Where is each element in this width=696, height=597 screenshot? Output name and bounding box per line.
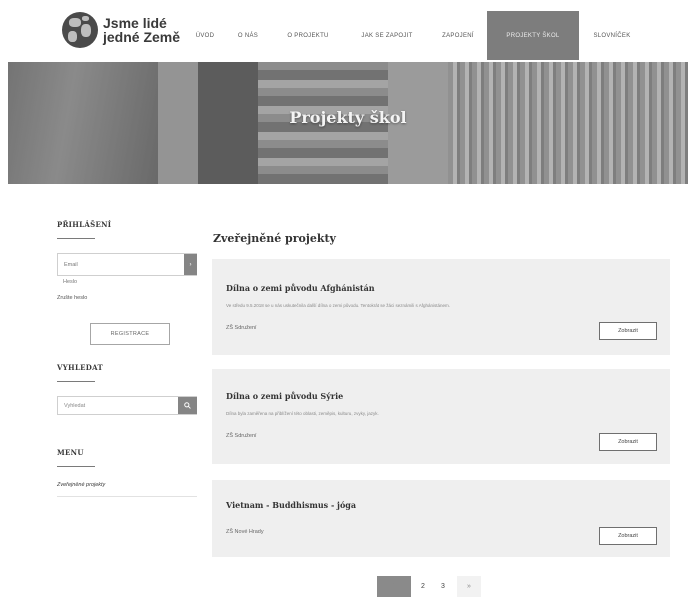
project-school: ZŠ Nové Hrady <box>226 529 264 535</box>
heading-divider <box>57 381 95 382</box>
page-3[interactable]: 3 <box>435 576 451 597</box>
register-button[interactable]: REGISTRACE <box>90 323 170 345</box>
project-school: ZŠ Sdružení <box>226 325 257 331</box>
project-title[interactable]: Dílna o zemi původu Sýrie <box>226 391 343 401</box>
email-field[interactable]: Email <box>57 253 197 276</box>
search-placeholder: Vyhledat <box>64 403 86 409</box>
project-card: Dílna o zemi původu Sýrie Dílna byla zam… <box>212 369 670 464</box>
password-field[interactable]: Heslo <box>57 279 184 291</box>
menu-divider <box>57 496 197 497</box>
page-1[interactable]: 1 <box>377 576 411 597</box>
arrow-right-icon: › <box>189 261 192 268</box>
login-button[interactable]: › <box>184 254 197 275</box>
page-title: Projekty škol <box>289 108 407 127</box>
search-input[interactable]: Vyhledat <box>57 396 197 415</box>
site-header: Jsme lidé jedné Země ÚVOD O NÁS O PROJEK… <box>0 0 696 62</box>
project-title[interactable]: Vietnam - Buddhismus - jóga <box>226 500 356 510</box>
forgot-password-link[interactable]: Zrušte heslo <box>57 295 87 301</box>
project-title[interactable]: Dílna o zemi původu Afghánistán <box>226 283 375 293</box>
heading-divider <box>57 238 95 239</box>
main-nav: ÚVOD O NÁS O PROJEKTU JAK SE ZAPOJIT ZAP… <box>185 11 645 60</box>
globe-icon <box>62 12 98 48</box>
email-placeholder: Email <box>64 262 78 268</box>
search-heading: VYHLEDAT <box>57 363 104 372</box>
login-heading: PŘIHLÁŠENÍ <box>57 220 112 229</box>
nav-item-o-nas[interactable]: O NÁS <box>225 11 271 60</box>
project-description: Ve středu 9.5.2018 se u nás uskutečnila … <box>226 303 451 308</box>
menu-link-published-projects[interactable]: Zveřejněné projekty <box>57 482 105 488</box>
show-project-button[interactable]: Zobrazit <box>599 527 657 545</box>
logo-text-line1: Jsme lidé <box>103 15 167 31</box>
sidebar: PŘIHLÁŠENÍ Email › Heslo Zrušte heslo RE… <box>57 220 197 497</box>
section-title: Zveřejněné projekty <box>213 232 336 245</box>
project-card: Vietnam - Buddhismus - jóga ZŠ Nové Hrad… <box>212 480 670 557</box>
site-logo[interactable]: Jsme lidé jedné Země <box>62 10 182 50</box>
pagination: 1 2 3 » <box>377 576 481 597</box>
nav-item-zapojeni[interactable]: ZAPOJENÍ <box>429 11 487 60</box>
search-button[interactable] <box>178 397 197 414</box>
heading-divider <box>57 466 95 467</box>
nav-item-uvod[interactable]: ÚVOD <box>185 11 225 60</box>
project-description: Dílna byla zaměřena na přiblížení této o… <box>226 411 379 416</box>
next-page-button[interactable]: » <box>457 576 481 597</box>
page-2[interactable]: 2 <box>415 576 431 597</box>
search-icon <box>184 402 191 409</box>
project-school: ZŠ Sdružení <box>226 433 257 439</box>
show-project-button[interactable]: Zobrazit <box>599 322 657 340</box>
project-card: Dílna o zemi původu Afghánistán Ve střed… <box>212 259 670 355</box>
logo-text-line2: jedné Země <box>103 29 181 45</box>
nav-item-jak-se-zapojit[interactable]: JAK SE ZAPOJIT <box>345 11 429 60</box>
nav-item-slovnicek[interactable]: SLOVNÍČEK <box>579 11 645 60</box>
nav-item-projekty-skol[interactable]: PROJEKTY ŠKOL <box>487 11 579 60</box>
show-project-button[interactable]: Zobrazit <box>599 433 657 451</box>
nav-item-o-projektu[interactable]: O PROJEKTU <box>271 11 345 60</box>
hero-banner: Projekty škol <box>8 62 688 184</box>
menu-heading: MENU <box>57 448 84 457</box>
